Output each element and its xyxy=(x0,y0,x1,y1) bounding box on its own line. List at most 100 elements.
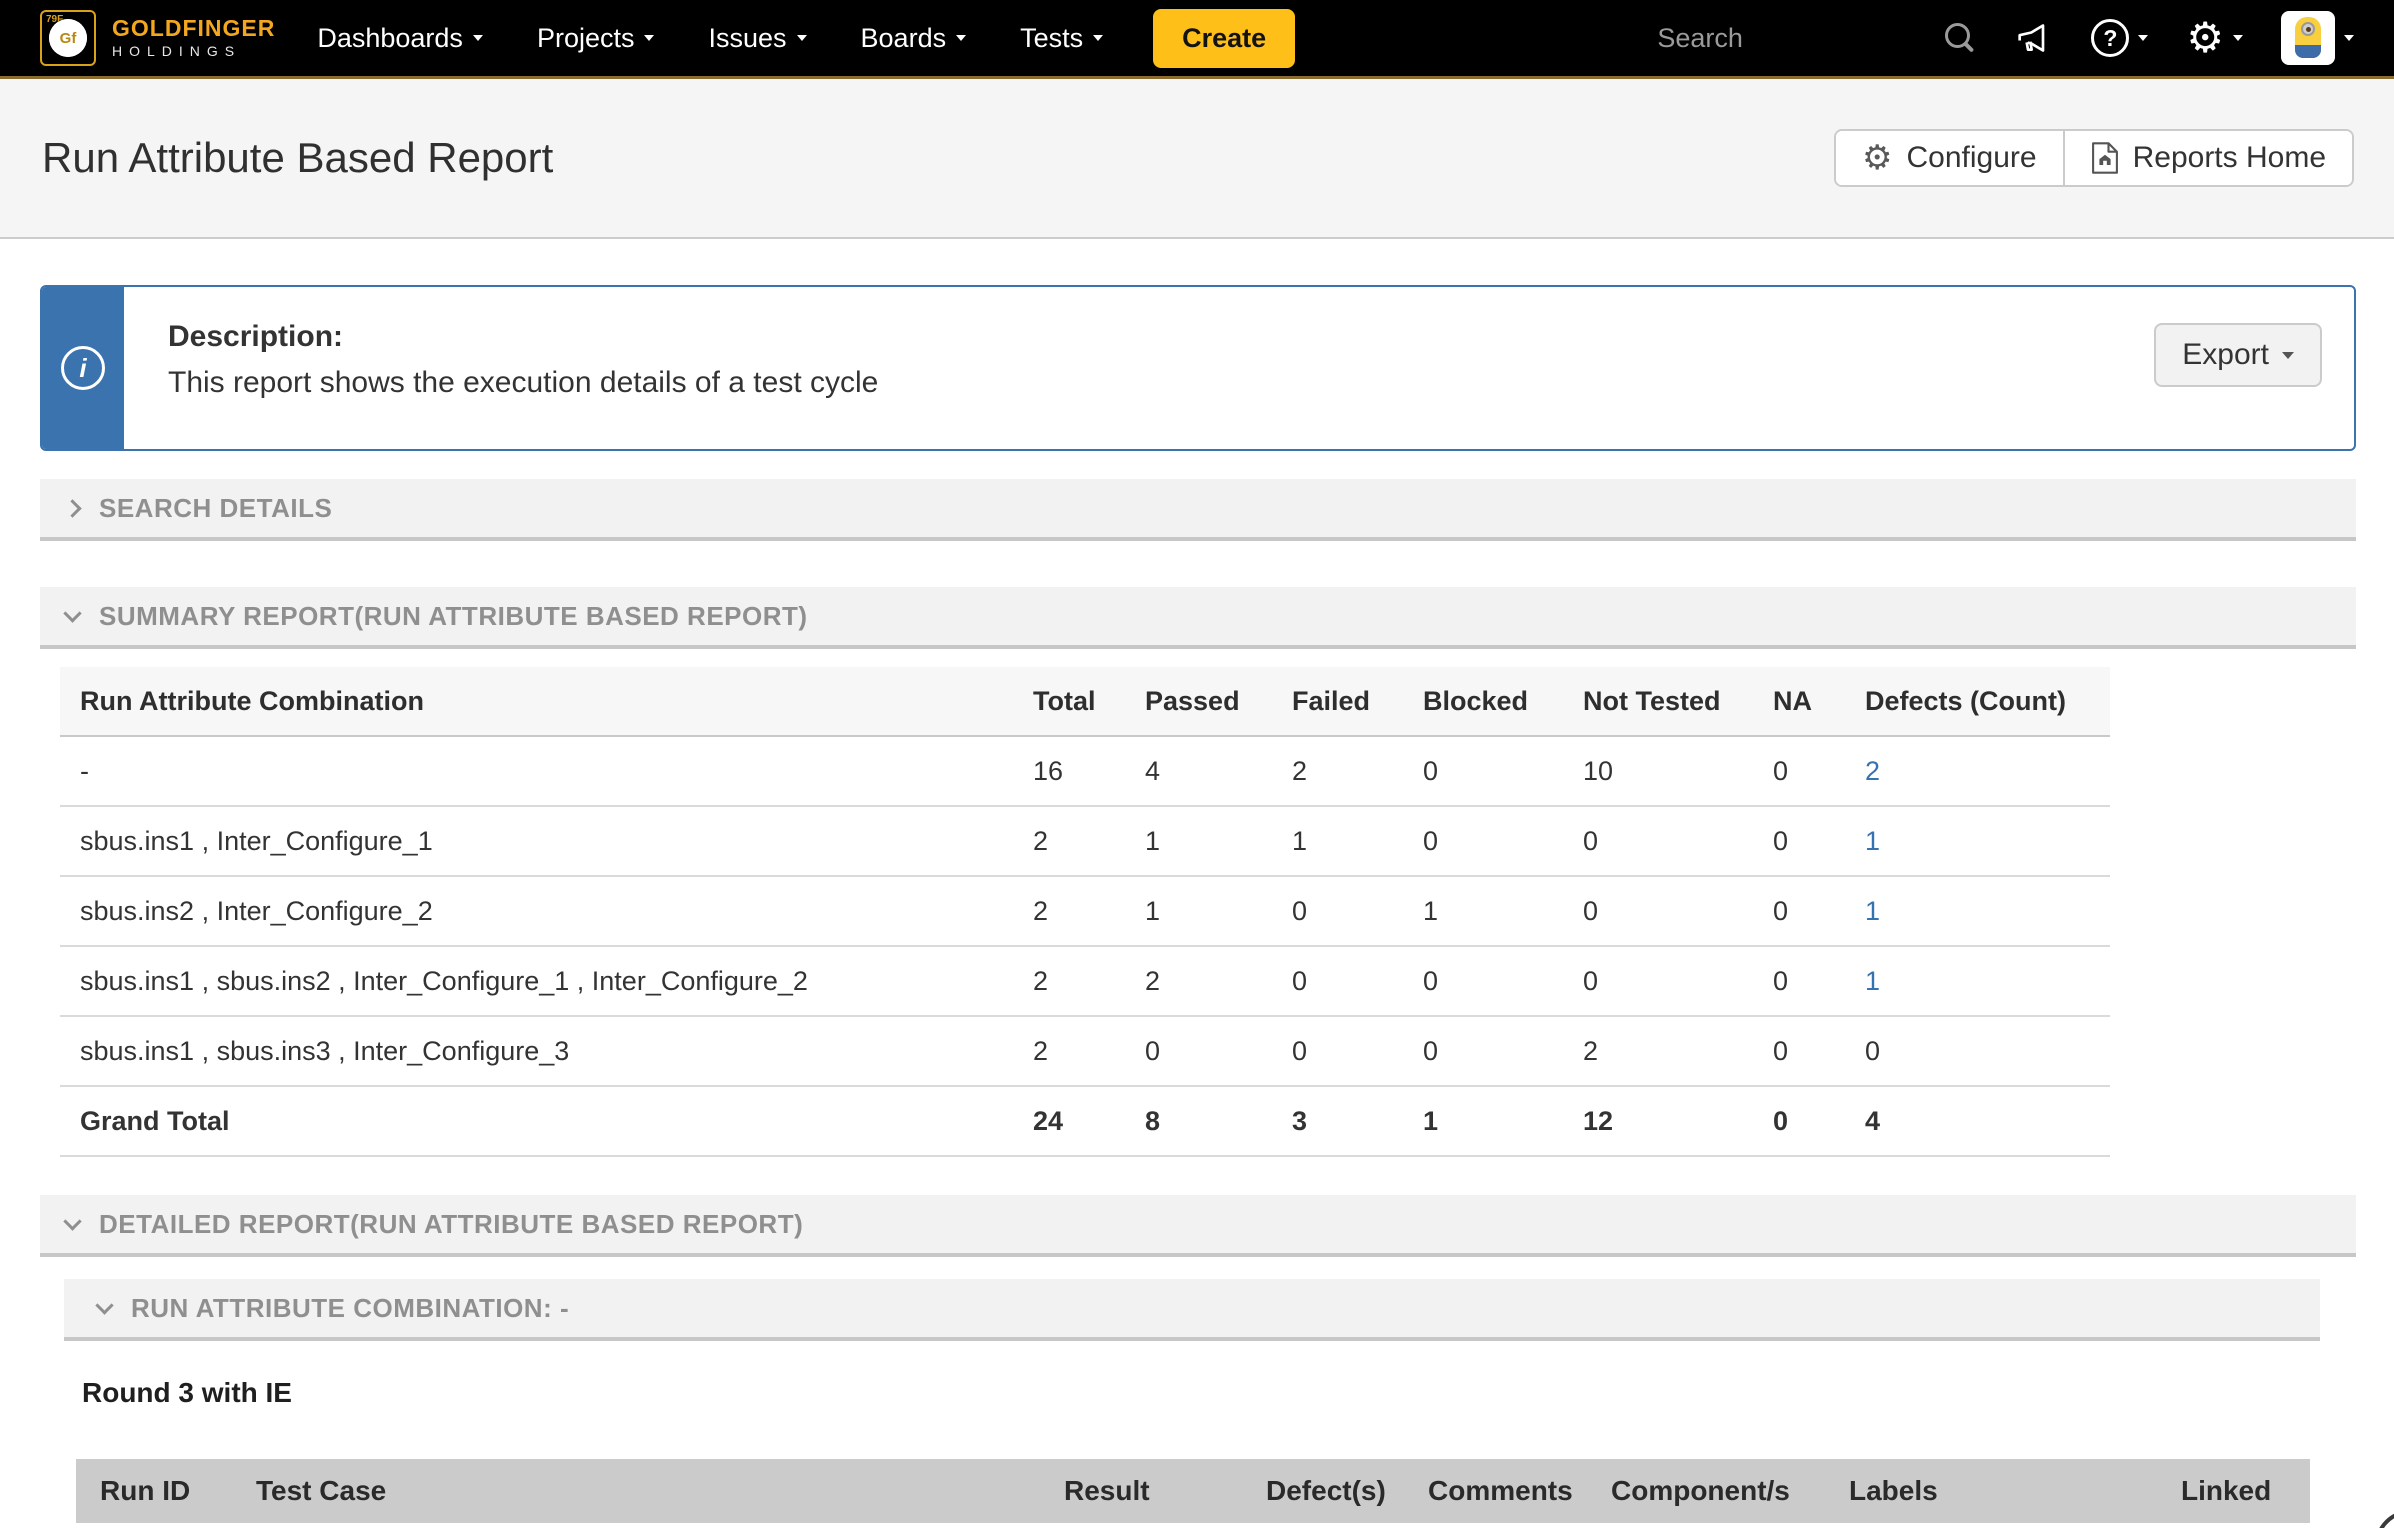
description-text: This report shows the execution details … xyxy=(168,366,2354,400)
defects-count-link[interactable]: 1 xyxy=(1865,826,1880,856)
brand-logo[interactable]: 79F Gf GOLDFINGER HOLDINGS xyxy=(40,10,275,66)
na-cell: 0 xyxy=(1773,966,1865,997)
total-cell: 24 xyxy=(1033,1106,1145,1137)
detail-column-header: Test Case xyxy=(256,1475,1064,1507)
reports-home-button[interactable]: Reports Home xyxy=(2063,131,2352,185)
not_tested-cell: 0 xyxy=(1583,966,1773,997)
na-cell: 0 xyxy=(1773,826,1865,857)
passed-cell: 8 xyxy=(1145,1106,1292,1137)
configure-button[interactable]: ⚙ Configure xyxy=(1836,131,2063,185)
summary-column-header: Failed xyxy=(1292,686,1423,717)
summary-table: Run Attribute CombinationTotalPassedFail… xyxy=(60,667,2110,1157)
failed-cell: 1 xyxy=(1292,826,1423,857)
nav-menu-issues-label: Issues xyxy=(708,23,786,54)
summary-column-header: Blocked xyxy=(1423,686,1583,717)
description-label: Description: xyxy=(168,320,2354,354)
passed-cell: 4 xyxy=(1145,756,1292,787)
run-attribute-combination-cell: sbus.ins1 , sbus.ins3 , Inter_Configure_… xyxy=(60,1036,1033,1067)
summary-column-header: Not Tested xyxy=(1583,686,1773,717)
nav-menu-projects[interactable]: Projects xyxy=(537,23,655,54)
cycle-name: Round 3 with IE xyxy=(82,1377,2394,1409)
defects-count-cell: 2 xyxy=(1865,756,2110,787)
detail-column-header: Comments xyxy=(1428,1475,1611,1507)
not_tested-cell: 0 xyxy=(1583,826,1773,857)
passed-cell: 1 xyxy=(1145,896,1292,927)
total-cell: 2 xyxy=(1033,826,1145,857)
avatar xyxy=(2281,11,2335,65)
description-panel-stripe: i xyxy=(42,287,124,449)
blocked-cell: 1 xyxy=(1423,1106,1583,1137)
chevron-down-icon xyxy=(956,35,966,41)
run-attribute-combination-cell: Grand Total xyxy=(60,1106,1033,1137)
settings-menu[interactable]: ⚙ xyxy=(2186,17,2243,59)
nav-right-cluster: ? ⚙ xyxy=(1657,11,2354,65)
export-button[interactable]: Export xyxy=(2154,323,2322,387)
floating-action-button[interactable] xyxy=(2375,1510,2394,1528)
summary-table-row: sbus.ins1 , Inter_Configure_12110001 xyxy=(60,807,2110,877)
not_tested-cell: 10 xyxy=(1583,756,1773,787)
chevron-down-icon xyxy=(1093,35,1103,41)
blocked-cell: 0 xyxy=(1423,756,1583,787)
brand-top-text: GOLDFINGER xyxy=(112,16,275,41)
nav-menu-dashboards[interactable]: Dashboards xyxy=(317,23,483,54)
na-cell: 0 xyxy=(1773,896,1865,927)
passed-cell: 2 xyxy=(1145,966,1292,997)
summary-table-row: sbus.ins1 , sbus.ins2 , Inter_Configure_… xyxy=(60,947,2110,1017)
announcement-icon[interactable] xyxy=(2013,18,2053,58)
defects-count-link[interactable]: 1 xyxy=(1865,966,1880,996)
defects-count-link[interactable]: 2 xyxy=(1865,756,1880,786)
passed-cell: 0 xyxy=(1145,1036,1292,1067)
not_tested-cell: 12 xyxy=(1583,1106,1773,1137)
summary-table-body: -164201002sbus.ins1 , Inter_Configure_12… xyxy=(60,737,2110,1157)
detail-column-header: Labels xyxy=(1849,1475,2181,1507)
info-icon: i xyxy=(61,346,105,390)
search-icon[interactable] xyxy=(1945,23,1975,53)
search-input[interactable] xyxy=(1657,23,1907,54)
summary-column-header: NA xyxy=(1773,686,1865,717)
gear-icon: ⚙ xyxy=(1862,141,1892,175)
chevron-down-icon xyxy=(797,35,807,41)
export-button-label: Export xyxy=(2182,338,2269,372)
total-cell: 2 xyxy=(1033,896,1145,927)
page-title: Run Attribute Based Report xyxy=(42,134,553,182)
chevron-down-icon xyxy=(2282,352,2294,359)
section-run-attribute-combination[interactable]: RUN ATTRIBUTE COMBINATION: - xyxy=(64,1279,2320,1341)
blocked-cell: 0 xyxy=(1423,966,1583,997)
configure-button-label: Configure xyxy=(1907,141,2037,175)
nav-menu-tests-label: Tests xyxy=(1020,23,1083,54)
section-detailed-report[interactable]: DETAILED REPORT(RUN ATTRIBUTE BASED REPO… xyxy=(40,1195,2356,1257)
nav-menu-boards[interactable]: Boards xyxy=(861,23,967,54)
summary-column-header: Defects (Count) xyxy=(1865,686,2110,717)
detail-column-header: Result xyxy=(1064,1475,1266,1507)
logo-corner-text: 79F xyxy=(46,14,63,25)
defects-count-cell: 1 xyxy=(1865,826,2110,857)
total-cell: 2 xyxy=(1033,966,1145,997)
create-button[interactable]: Create xyxy=(1153,9,1295,68)
defects-count-link[interactable]: 1 xyxy=(1865,896,1880,926)
description-body: Description: This report shows the execu… xyxy=(124,287,2354,449)
chevron-down-icon xyxy=(2233,35,2243,41)
chevron-down-icon xyxy=(63,604,81,622)
user-menu[interactable] xyxy=(2281,11,2354,65)
summary-table-row: sbus.ins2 , Inter_Configure_22101001 xyxy=(60,877,2110,947)
summary-column-header: Run Attribute Combination xyxy=(60,686,1033,717)
section-summary-report[interactable]: SUMMARY REPORT(RUN ATTRIBUTE BASED REPOR… xyxy=(40,587,2356,649)
failed-cell: 3 xyxy=(1292,1106,1423,1137)
help-menu[interactable]: ? xyxy=(2091,19,2148,57)
not_tested-cell: 2 xyxy=(1583,1036,1773,1067)
detail-column-header: Defect(s) xyxy=(1266,1475,1428,1507)
run-attribute-combination-cell: - xyxy=(60,756,1033,787)
reports-home-button-label: Reports Home xyxy=(2133,141,2326,175)
nav-menu-tests[interactable]: Tests xyxy=(1020,23,1103,54)
detail-table-header: Run IDTest CaseResultDefect(s)CommentsCo… xyxy=(76,1459,2310,1523)
failed-cell: 0 xyxy=(1292,896,1423,927)
summary-column-header: Passed xyxy=(1145,686,1292,717)
detail-column-header: Run ID xyxy=(76,1475,256,1507)
nav-menu-issues[interactable]: Issues xyxy=(708,23,806,54)
nav-menu-projects-label: Projects xyxy=(537,23,635,54)
section-detailed-report-label: DETAILED REPORT(RUN ATTRIBUTE BASED REPO… xyxy=(99,1209,803,1240)
section-run-attribute-combination-label: RUN ATTRIBUTE COMBINATION: - xyxy=(131,1293,569,1324)
section-search-details[interactable]: SEARCH DETAILS xyxy=(40,479,2356,541)
description-panel: i Description: This report shows the exe… xyxy=(40,285,2356,451)
summary-table-header: Run Attribute CombinationTotalPassedFail… xyxy=(60,667,2110,737)
